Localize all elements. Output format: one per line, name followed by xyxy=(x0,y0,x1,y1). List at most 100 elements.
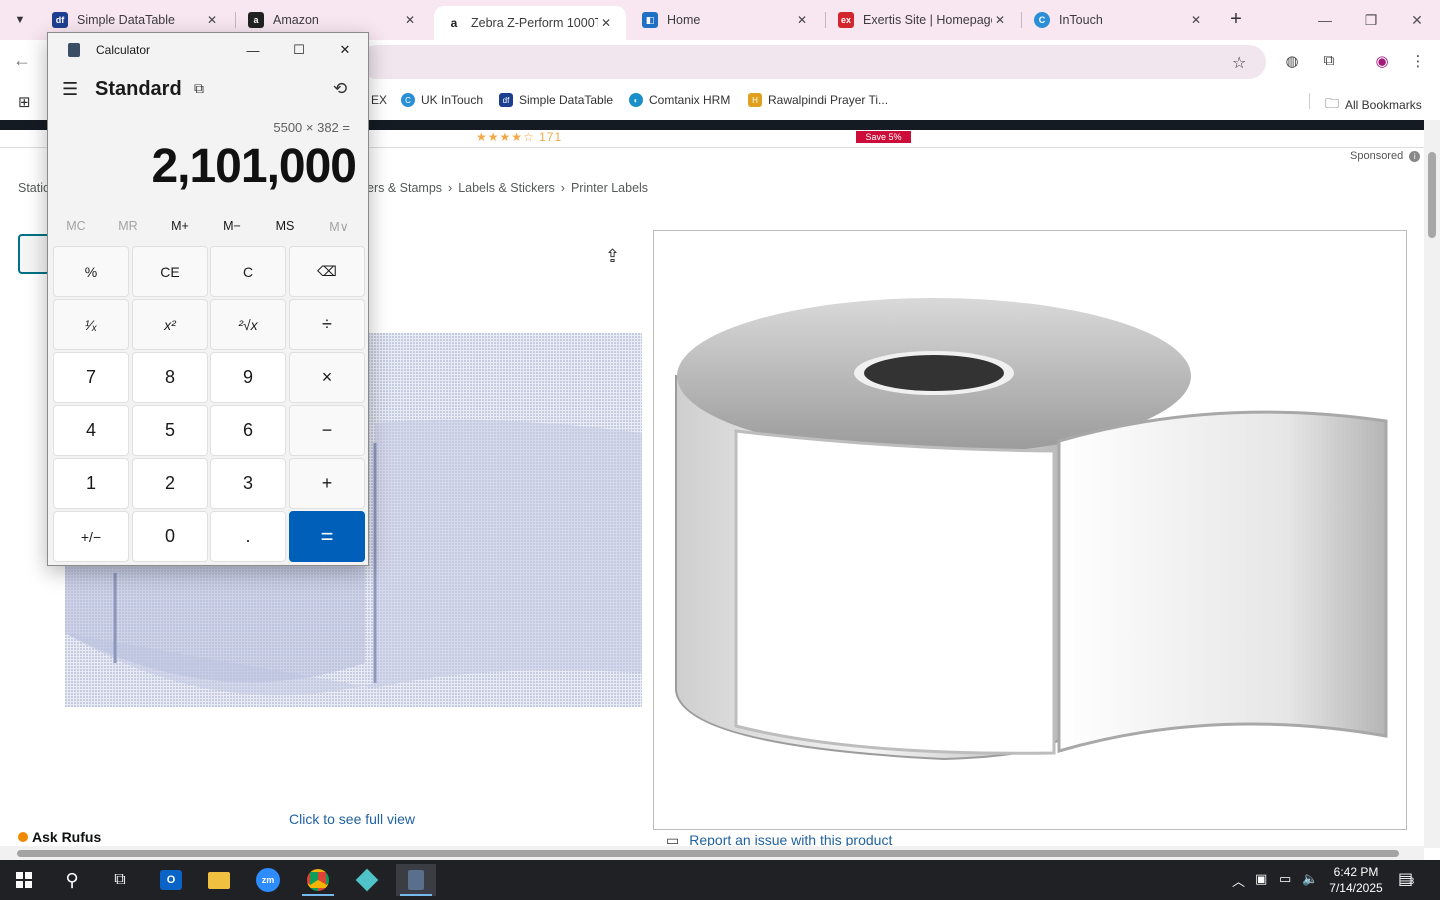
history-icon[interactable]: ⟲ xyxy=(333,79,347,99)
file-explorer-icon[interactable] xyxy=(199,864,239,896)
rufus-icon xyxy=(18,832,28,842)
square-root-button[interactable]: ²√x xyxy=(210,299,286,350)
memory-clear-button[interactable]: MC xyxy=(50,219,102,233)
new-tab-plus-icon[interactable]: + xyxy=(1224,8,1248,32)
search-icon[interactable]: ⚲ xyxy=(52,864,92,896)
tab-close-icon[interactable]: ✕ xyxy=(204,13,220,27)
tray-display-icon[interactable]: ▭ xyxy=(1279,871,1291,887)
extensions-puzzle-icon[interactable]: ⧉ xyxy=(1318,52,1340,74)
tab-label: Exertis Site | Homepage xyxy=(863,13,992,27)
keep-on-top-icon[interactable]: ⧉ xyxy=(194,80,204,97)
tab-intouch[interactable]: C InTouch ✕ xyxy=(1022,0,1216,40)
breadcrumb-item[interactable]: Printer Labels xyxy=(571,181,648,195)
share-icon[interactable]: ⇪ xyxy=(605,246,620,267)
tray-volume-muted-icon[interactable]: 🔈 xyxy=(1302,871,1318,887)
main-product-image[interactable] xyxy=(653,230,1407,830)
bookmark-uk-intouch[interactable]: C UK InTouch xyxy=(401,93,483,107)
subtract-button[interactable]: − xyxy=(289,405,365,456)
calculator-close-icon[interactable]: ✕ xyxy=(322,33,368,67)
hamburger-menu-icon[interactable]: ☰ xyxy=(62,79,78,100)
outlook-icon[interactable]: O xyxy=(151,864,191,896)
full-view-link[interactable]: Click to see full view xyxy=(289,811,415,827)
digit-8-button[interactable]: 8 xyxy=(132,352,208,403)
digit-5-button[interactable]: 5 xyxy=(132,405,208,456)
tab-exertis[interactable]: ex Exertis Site | Homepage ✕ xyxy=(826,0,1020,40)
tab-label: Home xyxy=(667,13,701,27)
digit-4-button[interactable]: 4 xyxy=(53,405,129,456)
info-icon[interactable]: i xyxy=(1409,151,1421,162)
tab-close-icon[interactable]: ✕ xyxy=(402,13,418,27)
taskbar-clock[interactable]: 6:42 PM 7/14/2025 xyxy=(1326,864,1386,896)
apps-grid-icon[interactable]: ⊞ xyxy=(18,93,31,111)
vertical-scrollbar-thumb[interactable] xyxy=(1428,152,1436,238)
breadcrumb-item[interactable]: Static xyxy=(18,181,49,195)
tab-close-icon[interactable]: ✕ xyxy=(598,16,614,30)
product-thumbnail[interactable] xyxy=(18,234,50,274)
minimize-icon[interactable]: — xyxy=(1302,0,1348,40)
memory-list-button[interactable]: M∨ xyxy=(313,219,365,234)
bookmark-rawalpindi-prayer[interactable]: H Rawalpindi Prayer Ti... xyxy=(748,93,888,107)
rating-stars[interactable]: ★★★★☆ 171 xyxy=(476,130,562,144)
percent-button[interactable]: % xyxy=(53,246,129,297)
multiply-button[interactable]: × xyxy=(289,352,365,403)
decimal-button[interactable]: . xyxy=(210,511,286,562)
clear-entry-button[interactable]: CE xyxy=(132,246,208,297)
breadcrumb-item[interactable]: Labels & Stickers xyxy=(458,181,555,195)
memory-recall-button[interactable]: MR xyxy=(102,219,154,233)
calculator-minimize-icon[interactable]: — xyxy=(230,33,276,67)
divide-button[interactable]: ÷ xyxy=(289,299,365,350)
bookmark-comtanix-hrm[interactable]: ◐ Comtanix HRM xyxy=(629,93,730,107)
tab-search-chevron-icon[interactable]: ▼ xyxy=(6,6,34,34)
restore-icon[interactable]: ❐ xyxy=(1348,0,1394,40)
sponsored-label[interactable]: Sponsored i xyxy=(1350,150,1421,162)
app-diamond-icon[interactable] xyxy=(347,864,387,896)
calculator-titlebar[interactable]: Calculator — ☐ ✕ xyxy=(48,33,368,67)
tab-label: Simple DataTable xyxy=(77,13,175,27)
tab-close-icon[interactable]: ✕ xyxy=(992,13,1008,27)
tab-home[interactable]: ◧ Home ✕ xyxy=(630,0,822,40)
ask-rufus-button[interactable]: Ask Rufus xyxy=(18,829,101,845)
calculator-maximize-icon[interactable]: ☐ xyxy=(276,33,322,67)
zoom-icon[interactable]: zm xyxy=(248,864,288,896)
tab-close-icon[interactable]: ✕ xyxy=(794,13,810,27)
digit-2-button[interactable]: 2 xyxy=(132,458,208,509)
tab-label: Zebra Z-Perform 1000T xyxy=(471,16,598,30)
digit-3-button[interactable]: 3 xyxy=(210,458,286,509)
translate-globe-icon[interactable]: ◍ xyxy=(1281,52,1303,74)
close-window-icon[interactable]: ✕ xyxy=(1394,0,1440,40)
digit-1-button[interactable]: 1 xyxy=(53,458,129,509)
bookmark-star-icon[interactable]: ☆ xyxy=(1232,53,1246,73)
more-menu-icon[interactable]: ⋮ xyxy=(1407,52,1429,74)
all-bookmarks-button[interactable]: 🗀 All Bookmarks xyxy=(1325,93,1422,117)
back-arrow-icon[interactable]: ← xyxy=(10,50,34,74)
tray-chevron-up-icon[interactable]: ︿ xyxy=(1232,871,1245,890)
windows-start-icon[interactable] xyxy=(4,864,44,896)
reciprocal-button[interactable]: ¹⁄ₓ xyxy=(53,299,129,350)
horizontal-scrollbar-thumb[interactable] xyxy=(17,850,1399,857)
calculator-taskbar-icon[interactable] xyxy=(396,864,436,896)
negate-button[interactable]: +/− xyxy=(53,511,129,562)
profile-avatar-icon[interactable]: ◉ xyxy=(1371,52,1393,74)
square-button[interactable]: x² xyxy=(132,299,208,350)
digit-6-button[interactable]: 6 xyxy=(210,405,286,456)
tab-zebra-active[interactable]: a Zebra Z-Perform 1000T ✕ xyxy=(434,6,626,40)
notifications-icon[interactable]: ▤3 xyxy=(1398,869,1414,889)
memory-store-button[interactable]: MS xyxy=(259,219,311,233)
clear-button[interactable]: C xyxy=(210,246,286,297)
digit-0-button[interactable]: 0 xyxy=(132,511,208,562)
digit-9-button[interactable]: 9 xyxy=(210,352,286,403)
add-button[interactable]: + xyxy=(289,458,365,509)
equals-button[interactable]: = xyxy=(289,511,365,562)
bookmark-ex[interactable]: EX xyxy=(371,93,387,107)
tab-close-icon[interactable]: ✕ xyxy=(1188,13,1204,27)
address-bar[interactable] xyxy=(360,45,1266,79)
intouch-icon: C xyxy=(401,93,415,107)
tray-network-icon[interactable]: ▣ xyxy=(1255,871,1267,887)
task-view-icon[interactable]: ⧉ xyxy=(100,864,140,896)
digit-7-button[interactable]: 7 xyxy=(53,352,129,403)
memory-subtract-button[interactable]: M− xyxy=(206,219,258,233)
bookmark-simple-datatable[interactable]: df Simple DataTable xyxy=(499,93,613,107)
chrome-icon[interactable] xyxy=(298,864,338,896)
backspace-button[interactable]: ⌫ xyxy=(289,246,365,297)
memory-add-button[interactable]: M+ xyxy=(154,219,206,233)
